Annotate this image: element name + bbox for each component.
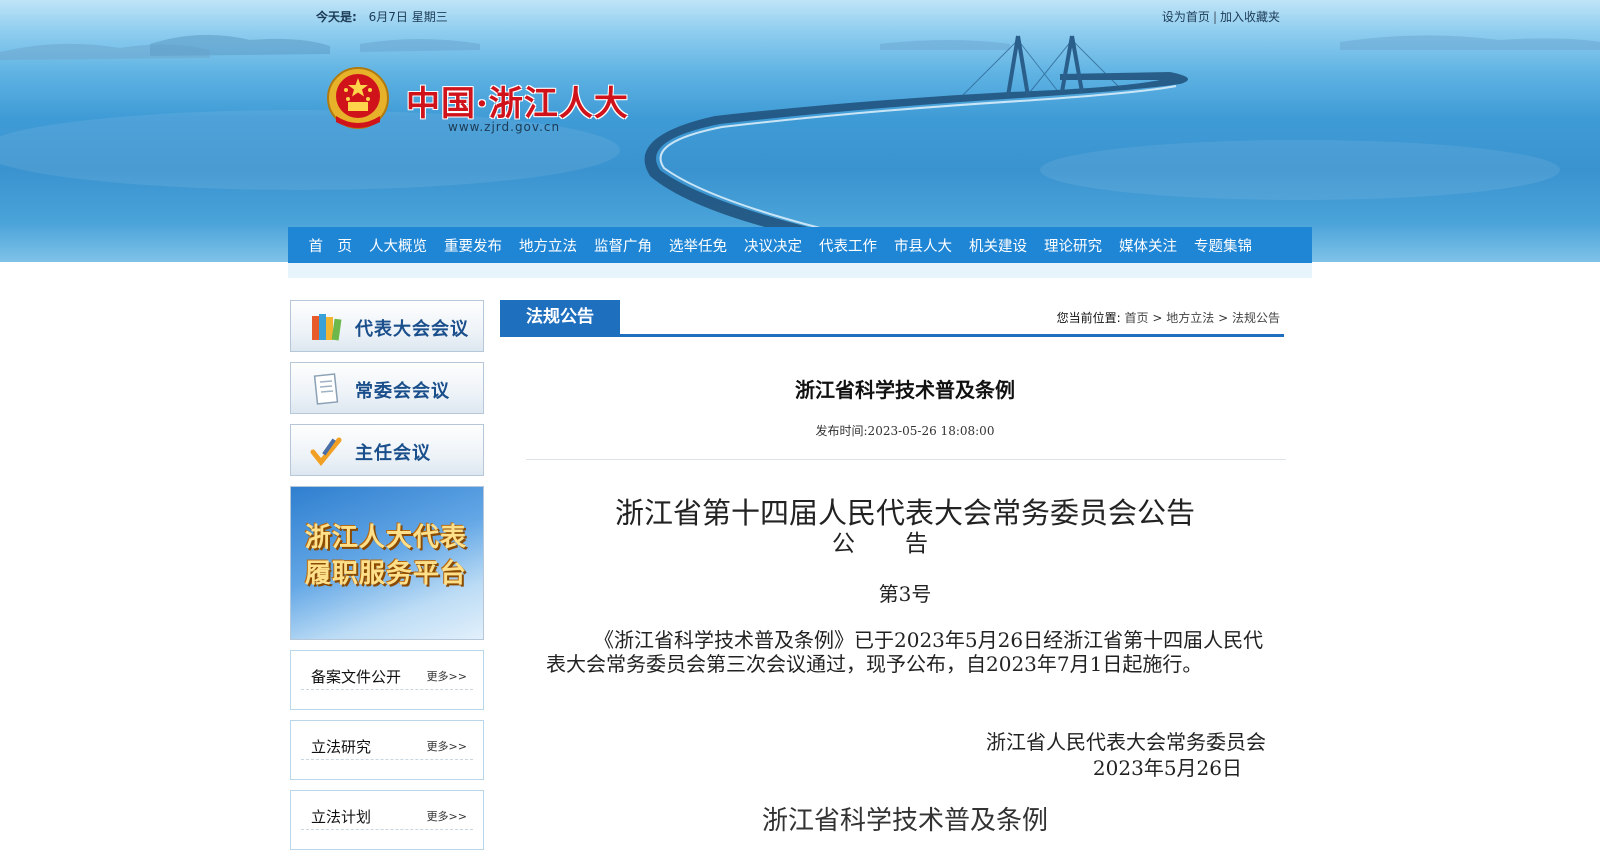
- announcement-number: 第3号: [878, 582, 932, 606]
- books-icon: [312, 314, 342, 341]
- announcement-paragraph: 《浙江省科学技术普及条例》已于2023年5月26日经浙江省第十四届人民代表大会常…: [546, 628, 1264, 676]
- nav-item-topics[interactable]: 专题集锦: [1194, 235, 1252, 256]
- today-value: 6月7日 星期三: [368, 10, 448, 24]
- nav-item-local-congress[interactable]: 市县人大: [894, 235, 952, 256]
- dashed-divider: [301, 829, 473, 830]
- bridge-sea-illustration: [0, 34, 1600, 236]
- breadcrumb-label: 您当前位置:: [1056, 311, 1121, 325]
- top-links: 设为首页 | 加入收藏夹: [1162, 8, 1280, 25]
- breadcrumb-separator: >: [1218, 311, 1229, 325]
- national-emblem-icon: [327, 67, 389, 129]
- sidebar: 代表大会会议 常委会会议 主任会议 浙江人大代表 履职服务平台 备案文件公开 更…: [290, 300, 486, 860]
- publish-time: 发布时间:2023-05-26 18:08:00: [815, 424, 995, 438]
- signature-date: 2023年5月26日: [1092, 756, 1242, 780]
- article-title: 浙江省科学技术普及条例: [795, 378, 1015, 402]
- dashed-divider: [301, 689, 473, 690]
- nav-item-home[interactable]: 首 页: [309, 235, 353, 256]
- nav-underband: [288, 263, 1312, 278]
- more-link[interactable]: 更多>>: [427, 668, 467, 684]
- logo-url: www.zjrd.gov.cn: [448, 120, 561, 134]
- header-banner: 今天是: 6月7日 星期三 设为首页 | 加入收藏夹 中国·浙江人大 www.zjr…: [0, 0, 1600, 262]
- main-nav: 首 页 人大概览 重要发布 地方立法 监督广角 选举任免 决议决定 代表工作 市…: [288, 227, 1312, 263]
- sidebar-box-title[interactable]: 备案文件公开: [311, 666, 401, 687]
- more-link[interactable]: 更多>>: [427, 808, 467, 824]
- set-home-link[interactable]: 设为首页: [1162, 10, 1210, 24]
- nav-item-deputies[interactable]: 代表工作: [819, 235, 877, 256]
- section-tab-bar: 法规公告 您当前位置: 首页 > 地方立法 > 法规公告: [500, 300, 1284, 337]
- top-bar: 今天是: 6月7日 星期三 设为首页 | 加入收藏夹: [0, 0, 1600, 30]
- today-label: 今天是:: [316, 10, 357, 24]
- sidebar-box-legislative-plan: 立法计划 更多>>: [290, 790, 484, 850]
- promo-line-2: 履职服务平台: [305, 559, 468, 589]
- nav-item-overview[interactable]: 人大概览: [369, 235, 427, 256]
- sidebar-button-label: 常委会会议: [355, 381, 450, 402]
- sidebar-button-chairman-meeting[interactable]: 主任会议: [290, 424, 484, 476]
- breadcrumb-separator: >: [1152, 311, 1163, 325]
- nav-item-resolutions[interactable]: 决议决定: [744, 235, 802, 256]
- article-divider: [526, 459, 1286, 460]
- document-icon: [313, 373, 339, 405]
- breadcrumb: 您当前位置: 首页 > 地方立法 > 法规公告: [1057, 309, 1280, 326]
- top-link-separator: |: [1212, 10, 1217, 24]
- nav-item-releases[interactable]: 重要发布: [444, 235, 502, 256]
- nav-item-elections[interactable]: 选举任免: [669, 235, 727, 256]
- dashed-divider: [301, 759, 473, 760]
- sidebar-button-congress-meeting[interactable]: 代表大会会议: [290, 300, 484, 352]
- date-display: 今天是: 6月7日 星期三: [316, 8, 448, 25]
- deputy-service-platform-banner[interactable]: 浙江人大代表 履职服务平台: [290, 486, 484, 640]
- nav-item-media[interactable]: 媒体关注: [1119, 235, 1177, 256]
- promo-line-1: 浙江人大代表: [305, 523, 468, 553]
- signature-organization: 浙江省人民代表大会常务委员会: [986, 730, 1266, 754]
- breadcrumb-legal-announcement[interactable]: 法规公告: [1232, 311, 1280, 325]
- breadcrumb-home[interactable]: 首页: [1125, 311, 1149, 325]
- sidebar-button-label: 主任会议: [355, 443, 431, 464]
- nav-item-supervision[interactable]: 监督广角: [594, 235, 652, 256]
- add-favorite-link[interactable]: 加入收藏夹: [1220, 10, 1280, 24]
- sidebar-box-filing-documents: 备案文件公开 更多>>: [290, 650, 484, 710]
- tab-legal-announcement[interactable]: 法规公告: [500, 300, 620, 334]
- announcement-subheading: 公告: [832, 531, 978, 557]
- site-logo[interactable]: 中国·浙江人大 www.zjrd.gov.cn: [326, 64, 646, 144]
- sidebar-button-label: 代表大会会议: [355, 319, 469, 340]
- sidebar-box-title[interactable]: 立法研究: [311, 736, 371, 757]
- checkmark-pen-icon: [310, 437, 342, 466]
- sidebar-box-title[interactable]: 立法计划: [311, 806, 371, 827]
- breadcrumb-local-legislation[interactable]: 地方立法: [1166, 311, 1214, 325]
- sidebar-button-standing-committee[interactable]: 常委会会议: [290, 362, 484, 414]
- nav-item-organ-building[interactable]: 机关建设: [969, 235, 1027, 256]
- nav-item-legislation[interactable]: 地方立法: [519, 235, 577, 256]
- more-link[interactable]: 更多>>: [427, 738, 467, 754]
- sidebar-box-legislative-research: 立法研究 更多>>: [290, 720, 484, 780]
- nav-item-theory[interactable]: 理论研究: [1044, 235, 1102, 256]
- logo-text: 中国·浙江人大: [406, 84, 629, 124]
